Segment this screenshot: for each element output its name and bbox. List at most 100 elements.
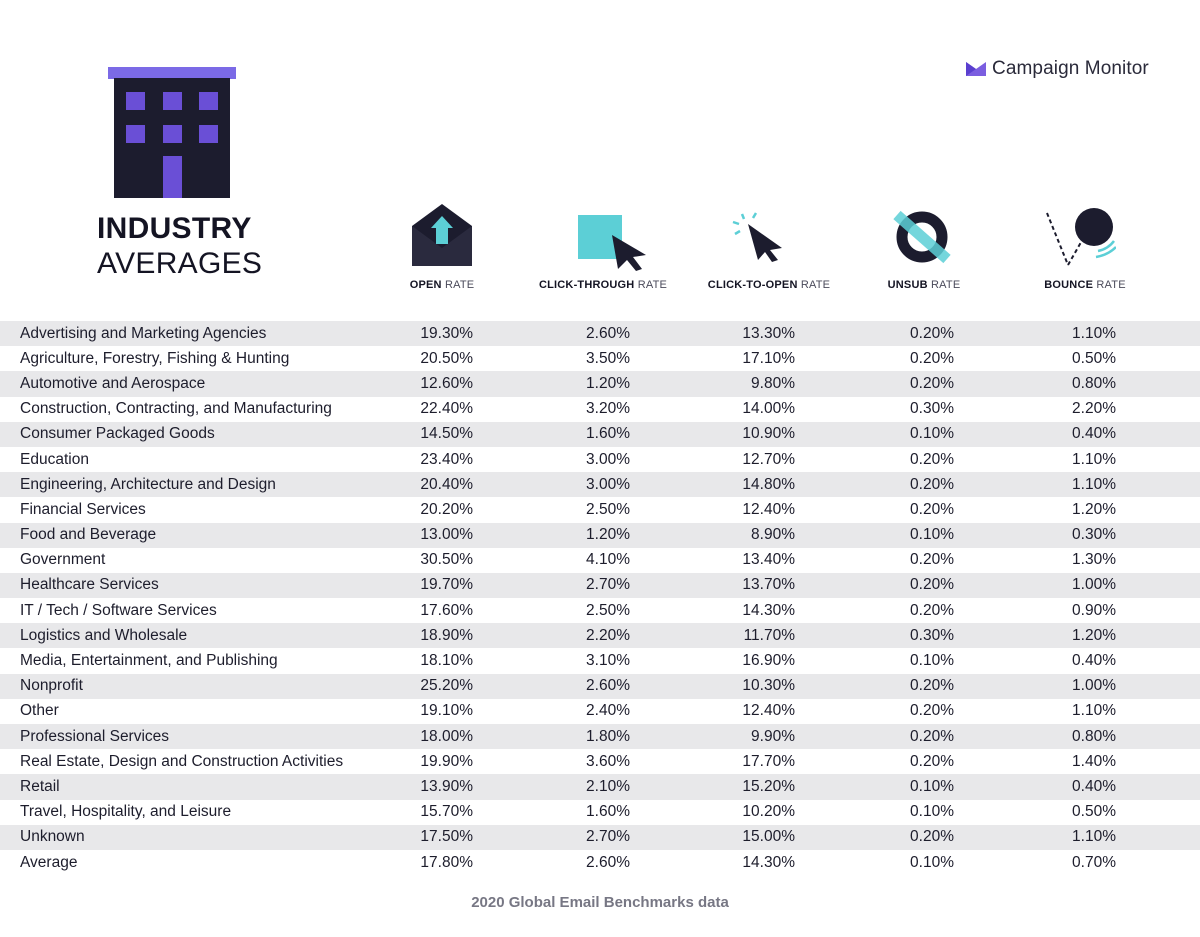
open-rate-cell: 19.70% (420, 576, 473, 594)
cursor-click-icon (732, 212, 782, 262)
open-rate-cell: 18.90% (420, 626, 473, 644)
open-rate-cell: 19.30% (420, 324, 473, 342)
click-through-rate-cell: 2.70% (586, 576, 630, 594)
click-to-open-rate-cell: 12.40% (742, 500, 795, 518)
industry-name: Education (20, 450, 89, 468)
open-rate-cell: 17.60% (420, 601, 473, 619)
unsub-rate-cell: 0.10% (910, 425, 954, 443)
table-row: Real Estate, Design and Construction Act… (0, 749, 1200, 774)
open-rate-cell: 18.00% (420, 727, 473, 745)
table-row: Average 17.80% 2.60% 14.30% 0.10% 0.70% (0, 850, 1200, 875)
industry-name: Government (20, 551, 106, 569)
bounce-rate-cell: 1.40% (1072, 752, 1116, 770)
industry-name: Logistics and Wholesale (20, 626, 188, 644)
industry-name: Nonprofit (20, 677, 83, 695)
bounce-rate-cell: 1.10% (1072, 828, 1116, 846)
click-through-rate-cell: 4.10% (586, 551, 630, 569)
brand-logo: Campaign Monitor (966, 58, 1149, 80)
envelope-icon (412, 204, 472, 266)
unsub-rate-cell: 0.10% (910, 803, 954, 821)
click-through-rate-cell: 2.70% (586, 828, 630, 846)
bounce-rate-cell: 1.00% (1072, 677, 1116, 695)
click-through-rate-cell: 3.60% (586, 752, 630, 770)
click-to-open-rate-cell: 12.70% (742, 450, 795, 468)
benchmarks-table: Advertising and Marketing Agencies 19.30%… (0, 321, 1200, 875)
open-rate-cell: 14.50% (420, 425, 473, 443)
open-rate-cell: 19.10% (420, 702, 473, 720)
bounce-rate-cell: 1.20% (1072, 626, 1116, 644)
unsub-rate-cell: 0.20% (910, 475, 954, 493)
bounce-rate-cell: 0.40% (1072, 777, 1116, 795)
industry-name: Healthcare Services (20, 576, 159, 594)
table-row: Food and Beverage 13.00% 1.20% 8.90% 0.10% 0.… (0, 522, 1200, 548)
bounce-rate-cell: 1.30% (1072, 551, 1116, 569)
click-to-open-rate-cell: 14.30% (742, 853, 795, 871)
unsub-rate-cell: 0.20% (910, 828, 954, 846)
unsub-rate-cell: 0.20% (910, 702, 954, 720)
industry-name: Advertising and Marketing Agencies (20, 324, 267, 342)
click-to-open-rate-cell: 14.00% (742, 400, 795, 418)
industry-name: Consumer Packaged Goods (20, 425, 215, 443)
unsub-rate-cell: 0.30% (910, 400, 954, 418)
bounce-ball-icon (1046, 208, 1116, 266)
bounce-rate-cell: 0.50% (1072, 349, 1116, 367)
click-to-open-rate-cell: 14.80% (742, 475, 795, 493)
footer-source: 2020 Global Email Benchmarks data (471, 894, 729, 911)
click-through-rate-cell: 2.60% (586, 853, 630, 871)
click-to-open-rate-cell: 16.90% (742, 652, 795, 670)
unsub-rate-cell: 0.20% (910, 500, 954, 518)
unsub-rate-cell: 0.10% (910, 526, 954, 544)
unsub-rate-cell: 0.10% (910, 652, 954, 670)
table-row: Media, Entertainment, and Publishing 18.1… (0, 648, 1200, 673)
click-through-rate-cell: 2.40% (586, 702, 630, 720)
header-bounce-rate: BOUNCE RATE (1044, 279, 1126, 291)
table-row: Government 30.50% 4.10% 13.40% 0.20% 1.30% (0, 548, 1200, 573)
industry-name: Professional Services (20, 727, 170, 745)
click-to-open-rate-cell: 9.80% (751, 374, 795, 392)
click-through-rate-cell: 2.50% (586, 500, 630, 518)
open-rate-cell: 13.00% (420, 526, 473, 544)
unsub-rate-cell: 0.20% (910, 324, 954, 342)
table-row: Engineering, Architecture and Design 20.4… (0, 472, 1200, 498)
unsub-rate-cell: 0.10% (910, 777, 954, 795)
bounce-rate-cell: 0.40% (1072, 425, 1116, 443)
click-to-open-rate-cell: 14.30% (742, 601, 795, 619)
unsub-rate-cell: 0.20% (910, 349, 954, 367)
unsub-rate-cell: 0.30% (910, 626, 954, 644)
table-row: Other 19.10% 2.40% 12.40% 0.20% 1.10% (0, 699, 1200, 724)
table-row: Retail 13.90% 2.10% 15.20% 0.10% 0.40% (0, 774, 1200, 800)
click-through-rate-cell: 3.10% (586, 652, 630, 670)
bounce-rate-cell: 0.80% (1072, 374, 1116, 392)
header-unsub-rate: UNSUB RATE (887, 279, 961, 291)
unsubscribe-icon (893, 210, 951, 264)
open-rate-cell: 12.60% (420, 374, 473, 392)
open-rate-cell: 23.40% (420, 450, 473, 468)
click-to-open-rate-cell: 10.20% (742, 803, 795, 821)
title-line-1: INDUSTRY (97, 212, 252, 245)
bounce-rate-cell: 2.20% (1072, 400, 1116, 418)
unsub-rate-cell: 0.20% (910, 752, 954, 770)
building-icon (108, 67, 236, 198)
click-through-rate-cell: 1.20% (586, 374, 630, 392)
click-through-rate-cell: 2.60% (586, 324, 630, 342)
click-to-open-rate-cell: 17.10% (742, 349, 795, 367)
table-row: Financial Services 20.20% 2.50% 12.40% 0.20%… (0, 497, 1200, 522)
open-rate-cell: 18.10% (420, 652, 473, 670)
table-row: Agriculture, Forestry, Fishing & Hunting… (0, 346, 1200, 371)
click-to-open-rate-cell: 10.90% (742, 425, 795, 443)
click-through-rate-cell: 3.20% (586, 400, 630, 418)
bounce-rate-cell: 0.40% (1072, 652, 1116, 670)
industry-name: Other (20, 702, 59, 720)
page-title: INDUSTRY AVERAGES (97, 212, 262, 281)
table-row: Automotive and Aerospace 12.60% 1.20% 9.80%… (0, 371, 1200, 397)
open-rate-cell: 17.80% (420, 853, 473, 871)
click-to-open-rate-cell: 15.20% (742, 777, 795, 795)
bounce-rate-cell: 1.20% (1072, 500, 1116, 518)
industry-name: Real Estate, Design and Construction Act… (20, 752, 344, 770)
open-rate-cell: 20.40% (420, 475, 473, 493)
click-to-open-rate-cell: 8.90% (751, 526, 795, 544)
unsub-rate-cell: 0.20% (910, 727, 954, 745)
click-through-rate-cell: 1.80% (586, 727, 630, 745)
unsub-rate-cell: 0.20% (910, 450, 954, 468)
click-to-open-rate-cell: 17.70% (742, 752, 795, 770)
